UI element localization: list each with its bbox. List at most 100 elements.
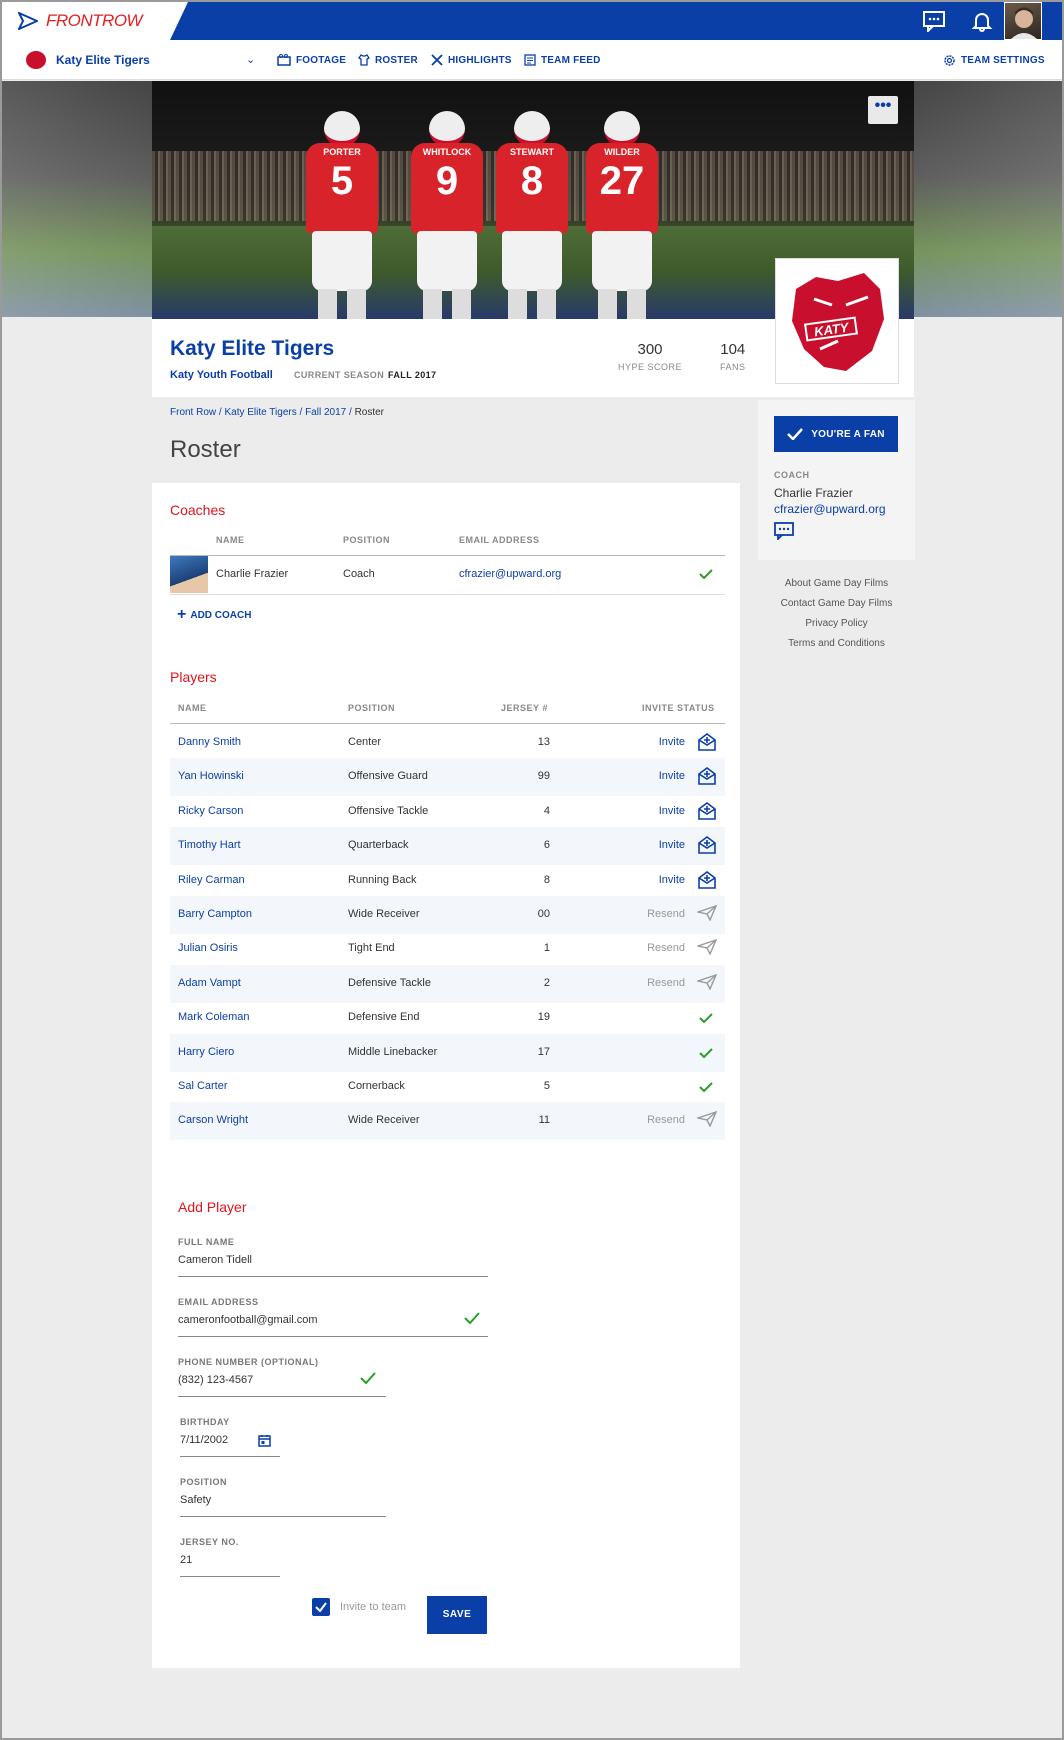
hero-player: STEWART 8	[492, 111, 572, 319]
invite-envelope-icon[interactable]	[697, 870, 717, 894]
position-input[interactable]: Safety	[180, 1494, 386, 1517]
phone-input[interactable]: (832) 123-4567	[178, 1374, 386, 1397]
player-position: Defensive Tackle	[348, 976, 431, 989]
player-jersey: 11	[538, 1114, 550, 1127]
invite-link[interactable]: Invite	[659, 736, 685, 748]
nav-team-feed[interactable]: TEAM FEED	[524, 54, 601, 66]
player-name-link[interactable]: Ricky Carson	[178, 805, 243, 817]
film-icon	[277, 54, 291, 66]
breadcrumb-link[interactable]: Katy Elite Tigers	[224, 407, 296, 418]
resend-link[interactable]: Resend	[647, 977, 685, 989]
invite-link[interactable]: Invite	[659, 839, 685, 851]
resend-link[interactable]: Resend	[647, 942, 685, 954]
user-avatar[interactable]	[1004, 2, 1042, 40]
save-button[interactable]: SAVE	[427, 1596, 487, 1634]
hero-player: WHITLOCK 9	[407, 111, 487, 319]
footer-link[interactable]: About Game Day Films	[758, 574, 915, 594]
player-jersey: 00	[537, 908, 550, 920]
nav-footage[interactable]: FOOTAGE	[277, 54, 346, 66]
full-name-input[interactable]: Cameron Tidell	[178, 1254, 488, 1277]
coach-avatar	[170, 556, 208, 593]
invite-link[interactable]: Invite	[659, 770, 685, 782]
paper-plane-icon[interactable]	[695, 1111, 718, 1132]
coaches-header-name: NAME	[216, 535, 245, 545]
frontrow-logo-icon	[18, 12, 38, 30]
plus-icon: +	[177, 606, 187, 623]
team-selector[interactable]: Katy Elite Tigers ⌄	[26, 51, 255, 69]
top-bar: FRONTROW	[2, 2, 1062, 40]
breadcrumb-link[interactable]: Front Row	[170, 407, 216, 418]
messages-icon[interactable]	[922, 10, 946, 32]
paper-plane-icon[interactable]	[695, 939, 718, 960]
player-name-link[interactable]: Julian Osiris	[178, 942, 238, 954]
calendar-icon[interactable]	[258, 1434, 271, 1447]
hype-score: 300 HYPE SCORE	[618, 341, 683, 372]
footer-link[interactable]: Privacy Policy	[758, 614, 915, 634]
resend-link[interactable]: Resend	[647, 908, 685, 920]
player-jersey: 13	[537, 736, 550, 748]
player-name-link[interactable]: Yan Howinski	[178, 770, 244, 782]
player-position: Running Back	[348, 873, 417, 886]
player-name-link[interactable]: Sal Carter	[178, 1080, 228, 1092]
invite-envelope-icon[interactable]	[697, 801, 717, 825]
phone-label: PHONE NUMBER (OPTIONAL)	[178, 1357, 319, 1367]
player-name-link[interactable]: Carson Wright	[178, 1114, 248, 1126]
youre-a-fan-button[interactable]: YOU'RE A FAN	[774, 416, 898, 452]
invite-link[interactable]: Invite	[659, 874, 685, 886]
player-name-link[interactable]: Danny Smith	[178, 736, 241, 748]
checkbox-checked-icon[interactable]	[312, 1598, 330, 1616]
tiger-logo-icon: KATY	[792, 273, 884, 371]
invite-link[interactable]: Invite	[659, 805, 685, 817]
notifications-bell-icon[interactable]	[970, 10, 994, 32]
invite-envelope-icon[interactable]	[697, 733, 717, 756]
player-position: Middle Linebacker	[348, 1045, 438, 1058]
player-name-link[interactable]: Barry Campton	[178, 908, 252, 920]
invite-to-team-checkbox[interactable]: Invite to team	[312, 1598, 406, 1616]
team-logo-icon	[26, 51, 46, 69]
breadcrumb: Front Row / Katy Elite Tigers / Fall 201…	[170, 407, 385, 418]
player-name-link[interactable]: Mark Coleman	[178, 1011, 250, 1023]
nav-roster[interactable]: ROSTER	[358, 54, 418, 66]
nav-highlights[interactable]: HIGHLIGHTS	[431, 54, 512, 66]
resend-link[interactable]: Resend	[647, 1114, 685, 1126]
accepted-check-icon	[699, 1011, 713, 1029]
page-title: Roster	[170, 436, 241, 463]
more-options-button[interactable]: •••	[868, 96, 898, 124]
coaches-title: Coaches	[170, 502, 226, 518]
paper-plane-icon[interactable]	[695, 973, 718, 995]
team-league-link[interactable]: Katy Youth Football	[170, 369, 273, 381]
logo[interactable]: FRONTROW	[2, 2, 188, 40]
footer-link[interactable]: Contact Game Day Films	[758, 594, 915, 614]
invite-envelope-icon[interactable]	[697, 767, 717, 790]
players-header-jersey: JERSEY #	[501, 703, 548, 713]
jersey-input[interactable]: 21	[180, 1554, 280, 1577]
coach-name: Charlie Frazier	[216, 568, 289, 580]
add-coach-button[interactable]: + ADD COACH	[177, 606, 251, 624]
message-coach-icon[interactable]	[774, 522, 794, 540]
player-name-link[interactable]: Riley Carman	[178, 874, 245, 886]
fans-count: 104 FANS	[720, 341, 746, 372]
player-position: Offensive Guard	[348, 770, 428, 783]
nav-team-settings[interactable]: TEAM SETTINGS	[943, 54, 1045, 67]
player-name-link[interactable]: Adam Vampt	[178, 977, 241, 989]
paper-plane-icon[interactable]	[695, 904, 718, 926]
app-window: FRONTROW Katy Elite Tigers ⌄ FOOTAGE ROS…	[0, 0, 1064, 1740]
breadcrumb-link[interactable]: Fall 2017	[305, 407, 346, 418]
table-row: Ricky Carson Offensive Tackle 4 Invite	[170, 793, 725, 831]
footer-links: About Game Day Films Contact Game Day Fi…	[758, 574, 915, 654]
email-input[interactable]: cameronfootball@gmail.com	[178, 1314, 488, 1337]
players-header-name: NAME	[178, 703, 207, 713]
coach-email-link[interactable]: cfrazier@upward.org	[459, 568, 561, 580]
sidebar-coach-name: Charlie Frazier	[774, 486, 853, 500]
check-icon	[699, 569, 713, 580]
footer-link[interactable]: Terms and Conditions	[758, 634, 915, 654]
player-name-link[interactable]: Timothy Hart	[178, 839, 241, 851]
sidebar-coach-email-link[interactable]: cfrazier@upward.org	[774, 502, 886, 516]
chevron-down-icon[interactable]: ⌄	[246, 53, 255, 66]
table-row: Sal Carter Cornerback 5	[170, 1068, 725, 1106]
player-name-link[interactable]: Harry Ciero	[178, 1046, 234, 1058]
breadcrumb-current: Roster	[354, 407, 385, 418]
team-logo: KATY	[775, 258, 899, 384]
player-jersey: 5	[543, 1080, 550, 1092]
invite-envelope-icon[interactable]	[697, 836, 717, 859]
